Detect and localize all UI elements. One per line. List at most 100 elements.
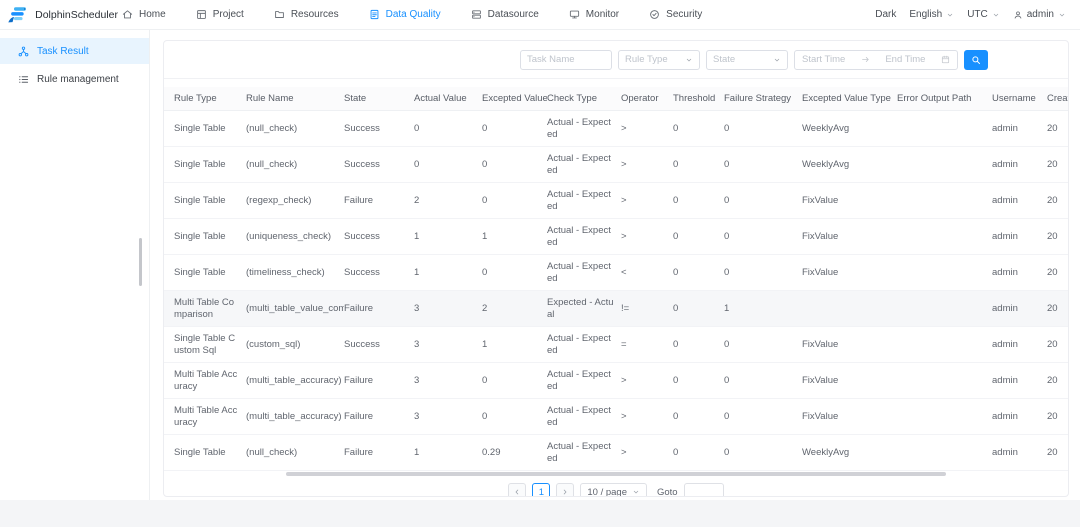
rule-type-select[interactable]: Rule Type xyxy=(618,50,700,70)
cell-failure-strategy: 1 xyxy=(724,303,802,315)
cell-create-time: 20 xyxy=(1047,159,1069,171)
cell-actual-value: 1 xyxy=(414,231,482,243)
sidebar-item-task-result[interactable]: Task Result xyxy=(0,38,149,64)
home-icon xyxy=(122,9,133,20)
nav-item-project[interactable]: Project xyxy=(196,9,244,20)
cell-actual-value: 3 xyxy=(414,411,482,423)
prev-page-button[interactable] xyxy=(508,483,526,497)
cell-operator: > xyxy=(621,447,673,459)
cell-actual-value: 1 xyxy=(414,447,482,459)
cell-state: Success xyxy=(344,231,414,243)
cell-threshold: 0 xyxy=(673,411,724,423)
nav-item-home[interactable]: Home xyxy=(122,9,166,20)
timezone-select[interactable]: UTC xyxy=(967,9,1000,20)
cell-failure-strategy: 0 xyxy=(724,375,802,387)
cell-threshold: 0 xyxy=(673,159,724,171)
cell-rule-type: Multi Table Accuracy xyxy=(164,405,246,429)
cell-operator: < xyxy=(621,267,673,279)
table-row[interactable]: Multi Table Accuracy(multi_table_accurac… xyxy=(164,363,1068,399)
start-time-placeholder: Start Time xyxy=(802,54,845,65)
user-icon xyxy=(1013,10,1023,20)
cell-check-type: Actual - Expected xyxy=(547,333,621,357)
cell-state: Success xyxy=(344,123,414,135)
nav-item-resources[interactable]: Resources xyxy=(274,9,339,20)
cell-threshold: 0 xyxy=(673,231,724,243)
col-header-username: Username xyxy=(992,93,1047,105)
page-number-button[interactable]: 1 xyxy=(532,483,550,497)
table-row[interactable]: Single Table(null_check)Success00Actual … xyxy=(164,111,1068,147)
cell-actual-value: 3 xyxy=(414,375,482,387)
table-row[interactable]: Single Table(null_check)Success00Actual … xyxy=(164,147,1068,183)
cell-threshold: 0 xyxy=(673,447,724,459)
col-header-state: State xyxy=(344,93,414,105)
table-header-row: Rule TypeRule NameStateActual ValueExcep… xyxy=(164,87,1068,111)
cell-operator: > xyxy=(621,411,673,423)
nav-item-security[interactable]: Security xyxy=(649,9,702,20)
cell-check-type: Actual - Expected xyxy=(547,153,621,177)
chevron-down-icon xyxy=(632,488,640,496)
cell-threshold: 0 xyxy=(673,303,724,315)
search-button[interactable] xyxy=(964,50,988,70)
cell-rule-name: (multi_table_value_comp... xyxy=(246,303,344,315)
col-header-excepted-value: Excepted Value xyxy=(482,93,547,105)
chevron-down-icon xyxy=(773,56,781,64)
table-row[interactable]: Single Table(null_check)Failure10.29Actu… xyxy=(164,435,1068,471)
user-menu[interactable]: admin xyxy=(1013,9,1066,20)
cell-rule-name: (uniqueness_check) xyxy=(246,231,344,243)
nav-item-data-quality[interactable]: Data Quality xyxy=(369,9,441,20)
cell-rule-type: Single Table xyxy=(164,195,246,207)
cell-username: admin xyxy=(992,195,1047,207)
task-name-input[interactable] xyxy=(520,50,612,70)
cell-excepted-value: 1 xyxy=(482,231,547,243)
cell-check-type: Actual - Expected xyxy=(547,189,621,213)
cell-operator: > xyxy=(621,123,673,135)
col-header-rule-name: Rule Name xyxy=(246,93,344,105)
cell-excepted-value: 0 xyxy=(482,267,547,279)
table-row[interactable]: Single Table(regexp_check)Failure20Actua… xyxy=(164,183,1068,219)
language-label: English xyxy=(909,9,942,20)
nav-item-monitor[interactable]: Monitor xyxy=(569,9,619,20)
cell-rule-name: (custom_sql) xyxy=(246,339,344,351)
page-size-label: 10 / page xyxy=(587,487,627,498)
nav-item-datasource[interactable]: Datasource xyxy=(471,9,539,20)
chevron-down-icon xyxy=(946,11,954,19)
cell-rule-type: Multi Table Comparison xyxy=(164,297,246,321)
cell-check-type: Actual - Expected xyxy=(547,405,621,429)
theme-toggle[interactable]: Dark xyxy=(875,9,896,20)
page-size-select[interactable]: 10 / page xyxy=(580,483,647,497)
sidebar-item-label: Task Result xyxy=(37,46,89,57)
cell-create-time: 20 xyxy=(1047,195,1069,207)
next-page-button[interactable] xyxy=(556,483,574,497)
table-horizontal-scrollbar-thumb[interactable] xyxy=(286,472,946,476)
cell-rule-name: (multi_table_accuracy) xyxy=(246,375,344,387)
cell-threshold: 0 xyxy=(673,123,724,135)
cell-create-time: 20 xyxy=(1047,231,1069,243)
goto-page-input[interactable] xyxy=(684,483,724,497)
chevron-down-icon xyxy=(685,56,693,64)
cell-actual-value: 1 xyxy=(414,267,482,279)
cell-check-type: Actual - Expected xyxy=(547,369,621,393)
cell-username: admin xyxy=(992,375,1047,387)
table-row[interactable]: Single Table Custom Sql(custom_sql)Succe… xyxy=(164,327,1068,363)
table-row[interactable]: Multi Table Accuracy(multi_table_accurac… xyxy=(164,399,1068,435)
col-header-excepted-value-type: Excepted Value Type xyxy=(802,93,897,105)
scrollbar-vertical-thumb[interactable] xyxy=(139,238,142,286)
cell-failure-strategy: 0 xyxy=(724,411,802,423)
sidebar-item-rule-management[interactable]: Rule management xyxy=(0,66,149,92)
table-row[interactable]: Single Table(timeliness_check)Success10A… xyxy=(164,255,1068,291)
table-row[interactable]: Multi Table Comparison(multi_table_value… xyxy=(164,291,1068,327)
cell-rule-name: (null_check) xyxy=(246,123,344,135)
app-logo[interactable]: DolphinScheduler xyxy=(6,5,118,25)
cell-operator: > xyxy=(621,375,673,387)
cell-create-time: 20 xyxy=(1047,447,1069,459)
cell-rule-type: Multi Table Accuracy xyxy=(164,369,246,393)
table-row[interactable]: Single Table(uniqueness_check)Success11A… xyxy=(164,219,1068,255)
cell-username: admin xyxy=(992,303,1047,315)
cell-excepted-value: 0 xyxy=(482,123,547,135)
language-select[interactable]: English xyxy=(909,9,954,20)
cell-create-time: 20 xyxy=(1047,339,1069,351)
cell-operator: > xyxy=(621,231,673,243)
top-nav-items: Home Project Resources Data Quality Datasour… xyxy=(122,9,702,20)
state-select[interactable]: State xyxy=(706,50,788,70)
date-range-picker[interactable]: Start Time End Time xyxy=(794,50,958,70)
